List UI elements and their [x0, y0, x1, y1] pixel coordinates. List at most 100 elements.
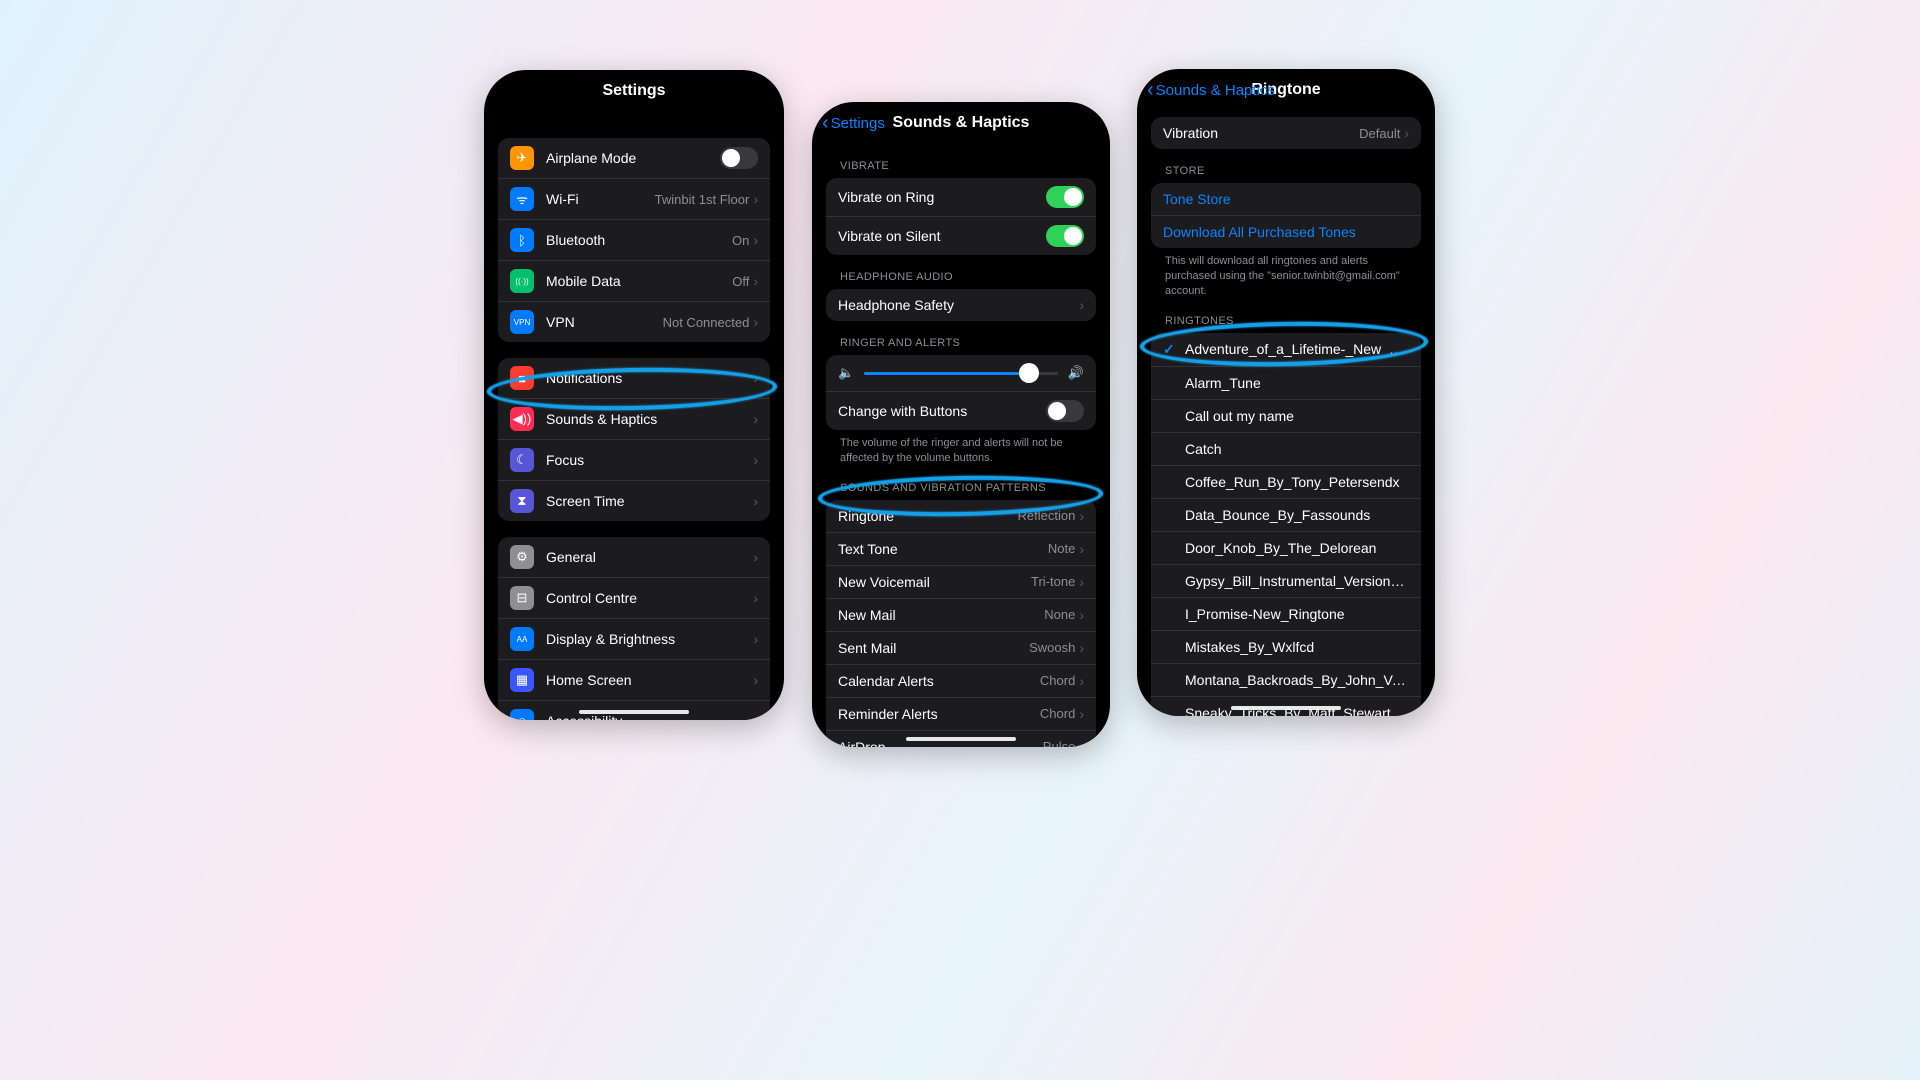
settings-row[interactable]: ⊟Control Centre›: [498, 577, 770, 618]
row-change-with-buttons[interactable]: Change with Buttons: [826, 391, 1096, 430]
row-label: Notifications: [546, 370, 753, 386]
bell-icon: ■: [510, 366, 534, 390]
ringtone-item[interactable]: Mistakes_By_Wxlfcd: [1151, 630, 1421, 663]
row-label: Door_Knob_By_The_Delorean: [1185, 540, 1409, 556]
settings-row[interactable]: ᛒBluetoothOn›: [498, 219, 770, 260]
phone-settings: Settings ✈Airplane ModeᯤWi-FiTwinbit 1st…: [484, 70, 784, 720]
row-label: Airplane Mode: [546, 150, 720, 166]
row-value: Swoosh: [1029, 640, 1075, 655]
toggle[interactable]: [720, 147, 758, 169]
ringtone-item[interactable]: Adventure_of_a_Lifetime-_New_Tone: [1151, 333, 1421, 366]
chevron-right-icon: ›: [753, 411, 758, 427]
ringtone-item[interactable]: Catch: [1151, 432, 1421, 465]
settings-row[interactable]: Sent MailSwoosh›: [826, 631, 1096, 664]
settings-row[interactable]: Calendar AlertsChord›: [826, 664, 1096, 697]
home-indicator[interactable]: [906, 737, 1016, 741]
chevron-right-icon: ›: [1079, 739, 1084, 747]
row-label: Text Tone: [838, 541, 1048, 557]
home-indicator[interactable]: [1231, 706, 1341, 710]
row-label: Sounds & Haptics: [546, 411, 753, 427]
chevron-right-icon: ›: [1079, 508, 1084, 524]
row-vibration[interactable]: Vibration Default ›: [1151, 117, 1421, 149]
chevron-right-icon: ›: [753, 314, 758, 330]
row-label: Wi-Fi: [546, 191, 655, 207]
store-link[interactable]: Tone Store: [1151, 183, 1421, 215]
airplane-icon: ✈: [510, 146, 534, 170]
row-value: Reflection: [1018, 508, 1076, 523]
ringtone-item[interactable]: I_Promise-New_Ringtone: [1151, 597, 1421, 630]
wifi-icon: ᯤ: [510, 187, 534, 211]
settings-row[interactable]: VPNVPNNot Connected›: [498, 301, 770, 342]
settings-row[interactable]: ⧗Screen Time›: [498, 480, 770, 521]
section-header-headphone: HEADPHONE AUDIO: [840, 271, 1096, 283]
sound-icon: ◀)): [510, 407, 534, 431]
settings-row[interactable]: ☾Focus›: [498, 439, 770, 480]
chevron-right-icon: ›: [753, 232, 758, 248]
chevron-right-icon: ›: [753, 273, 758, 289]
row-label: Download All Purchased Tones: [1163, 224, 1409, 240]
row-label: Montana_Backroads_By_John_Van_Houdt: [1185, 672, 1409, 688]
chevron-right-icon: ›: [753, 370, 758, 386]
ringtone-item[interactable]: Gypsy_Bill_Instrumental_Version_By_Ofer_…: [1151, 564, 1421, 597]
row-value: Pulse: [1043, 739, 1076, 747]
toggle-change-with-buttons[interactable]: [1046, 400, 1084, 422]
chevron-right-icon: ›: [1079, 673, 1084, 689]
section-header-patterns: SOUNDS AND VIBRATION PATTERNS: [840, 482, 1096, 494]
settings-row[interactable]: ✈ Airplane Mode: [498, 138, 770, 178]
row-value: On: [732, 233, 749, 248]
nav-bar: ‹ Sounds & Haptics Ringtone: [1137, 69, 1435, 111]
settings-group-connectivity: ✈Airplane ModeᯤWi-FiTwinbit 1st Floor›ᛒB…: [498, 138, 770, 342]
back-button[interactable]: ‹ Sounds & Haptics: [1147, 80, 1275, 100]
settings-row[interactable]: Reminder AlertsChord›: [826, 697, 1096, 730]
settings-row[interactable]: Vibrate on Silent: [826, 216, 1096, 255]
settings-row[interactable]: ◀)) Sounds & Haptics›: [498, 398, 770, 439]
settings-row[interactable]: Headphone Safety›: [826, 289, 1096, 321]
row-label: Adventure_of_a_Lifetime-_New_Tone: [1185, 341, 1409, 357]
settings-row[interactable]: ▦Home Screen›: [498, 659, 770, 700]
settings-row[interactable]: ⚙General›: [498, 537, 770, 577]
row-label: Reminder Alerts: [838, 706, 1040, 722]
ringer-volume-slider[interactable]: 🔈 🔊: [826, 355, 1096, 391]
toggle[interactable]: [1046, 225, 1084, 247]
settings-row[interactable]: Text ToneNote›: [826, 532, 1096, 565]
grid-icon: ▦: [510, 668, 534, 692]
settings-row[interactable]: ((·))Mobile DataOff›: [498, 260, 770, 301]
ringtone-item[interactable]: Alarm_Tune: [1151, 366, 1421, 399]
speaker-high-icon: 🔊: [1068, 365, 1084, 381]
settings-row[interactable]: AADisplay & Brightness›: [498, 618, 770, 659]
chevron-right-icon: ›: [753, 493, 758, 509]
nav-bar: ‹ Settings Sounds & Haptics: [812, 102, 1110, 144]
chevron-right-icon: ›: [753, 452, 758, 468]
row-label: Catch: [1185, 441, 1409, 457]
home-indicator[interactable]: [579, 710, 689, 714]
settings-row[interactable]: New MailNone›: [826, 598, 1096, 631]
settings-row[interactable]: New VoicemailTri-tone›: [826, 565, 1096, 598]
row-label: Focus: [546, 452, 753, 468]
settings-group-general: ⚙General›⊟Control Centre›AADisplay & Bri…: [498, 537, 770, 720]
toggle[interactable]: [1046, 186, 1084, 208]
chevron-left-icon: ‹: [822, 113, 829, 133]
row-label: Coffee_Run_By_Tony_Petersendx: [1185, 474, 1409, 490]
back-button[interactable]: ‹ Settings: [822, 113, 885, 133]
row-label: Tone Store: [1163, 191, 1409, 207]
ringtone-item[interactable]: Door_Knob_By_The_Delorean: [1151, 531, 1421, 564]
ringtone-item[interactable]: Coffee_Run_By_Tony_Petersendx: [1151, 465, 1421, 498]
timer-icon: ⧗: [510, 489, 534, 513]
chevron-right-icon: ›: [1079, 706, 1084, 722]
settings-row[interactable]: RingtoneReflection›: [826, 500, 1096, 532]
chevron-right-icon: ›: [753, 590, 758, 606]
chevron-right-icon: ›: [753, 549, 758, 565]
ringtone-item[interactable]: Data_Bounce_By_Fassounds: [1151, 498, 1421, 531]
settings-row[interactable]: ᯤWi-FiTwinbit 1st Floor›: [498, 178, 770, 219]
row-value: Off: [732, 274, 749, 289]
row-value: Chord: [1040, 673, 1075, 688]
ringtone-item[interactable]: Montana_Backroads_By_John_Van_Houdt: [1151, 663, 1421, 696]
settings-row[interactable]: Vibrate on Ring: [826, 178, 1096, 216]
phone-ringtone: ‹ Sounds & Haptics Ringtone Vibration De…: [1137, 69, 1435, 716]
chevron-right-icon: ›: [753, 672, 758, 688]
ringtone-item[interactable]: Call out my name: [1151, 399, 1421, 432]
settings-row[interactable]: ■ Notifications›: [498, 358, 770, 398]
row-label: Display & Brightness: [546, 631, 753, 647]
row-value: Note: [1048, 541, 1075, 556]
store-link[interactable]: Download All Purchased Tones: [1151, 215, 1421, 248]
